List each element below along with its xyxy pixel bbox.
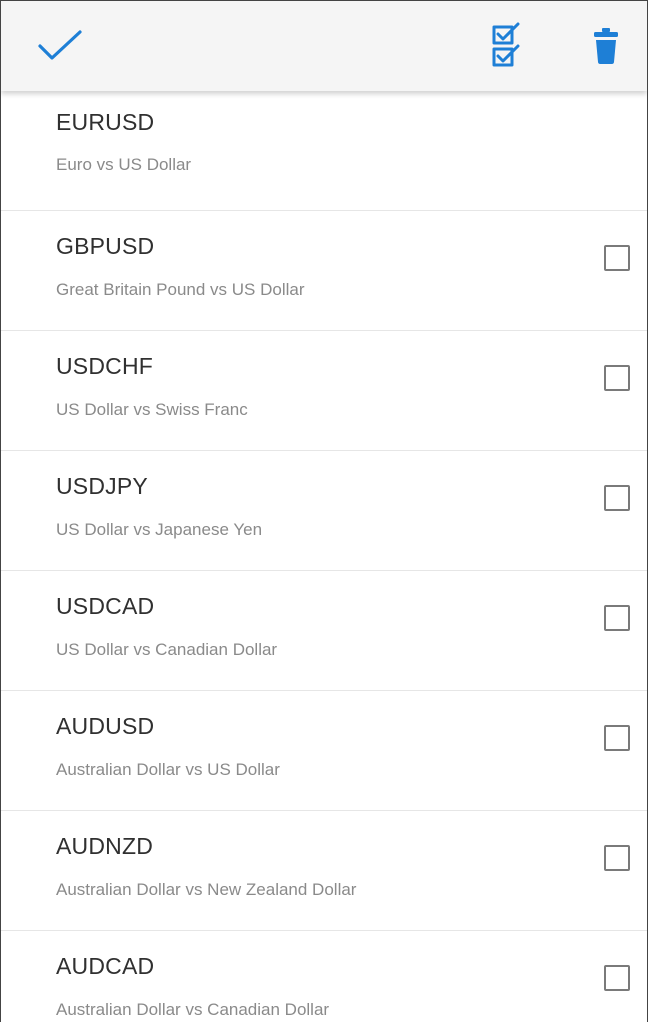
done-button[interactable] [25,1,95,91]
symbol-name: USDCHF [56,353,154,379]
trash-icon [594,28,618,64]
symbol-name: AUDUSD [56,713,155,739]
select-checkbox[interactable] [604,485,630,511]
symbol-name: USDJPY [56,473,148,499]
list-item[interactable]: AUDCAD Australian Dollar vs Canadian Dol… [1,931,647,1022]
symbol-name: AUDNZD [56,833,154,859]
symbol-name: EURUSD [56,109,155,135]
symbol-description: Australian Dollar vs US Dollar [56,760,280,779]
select-checkbox[interactable] [604,365,630,391]
symbol-description: Australian Dollar vs Canadian Dollar [56,1000,330,1019]
delete-button[interactable] [571,1,641,91]
select-all-button[interactable] [471,1,541,91]
select-checkbox[interactable] [604,965,630,991]
symbol-description: US Dollar vs Canadian Dollar [56,640,278,659]
symbol-description: Euro vs US Dollar [56,155,192,174]
list-item[interactable]: EURUSD Euro vs US Dollar [1,93,647,211]
list-item[interactable]: GBPUSD Great Britain Pound vs US Dollar [1,211,647,331]
select-all-icon [492,22,520,67]
list-item[interactable]: USDCHF US Dollar vs Swiss Franc [1,331,647,451]
symbol-description: Australian Dollar vs New Zealand Dollar [56,880,357,899]
symbol-description: Great Britain Pound vs US Dollar [56,280,305,299]
list-item[interactable]: AUDUSD Australian Dollar vs US Dollar [1,691,647,811]
list-item[interactable]: AUDNZD Australian Dollar vs New Zealand … [1,811,647,931]
select-checkbox[interactable] [604,605,630,631]
symbols-edit-screen: EURUSD Euro vs US Dollar GBPUSD Great Br… [0,0,648,1022]
symbol-name: AUDCAD [56,953,155,979]
symbol-list: EURUSD Euro vs US Dollar GBPUSD Great Br… [1,93,647,1022]
select-checkbox[interactable] [604,245,630,271]
symbol-name: GBPUSD [56,233,155,259]
checkmark-icon [38,30,82,60]
select-checkbox[interactable] [604,725,630,751]
select-checkbox[interactable] [604,845,630,871]
symbol-name: USDCAD [56,593,155,619]
symbol-description: US Dollar vs Japanese Yen [56,520,263,539]
toolbar [1,1,647,91]
list-item[interactable]: USDCAD US Dollar vs Canadian Dollar [1,571,647,691]
list-item[interactable]: USDJPY US Dollar vs Japanese Yen [1,451,647,571]
symbol-description: US Dollar vs Swiss Franc [56,400,248,419]
